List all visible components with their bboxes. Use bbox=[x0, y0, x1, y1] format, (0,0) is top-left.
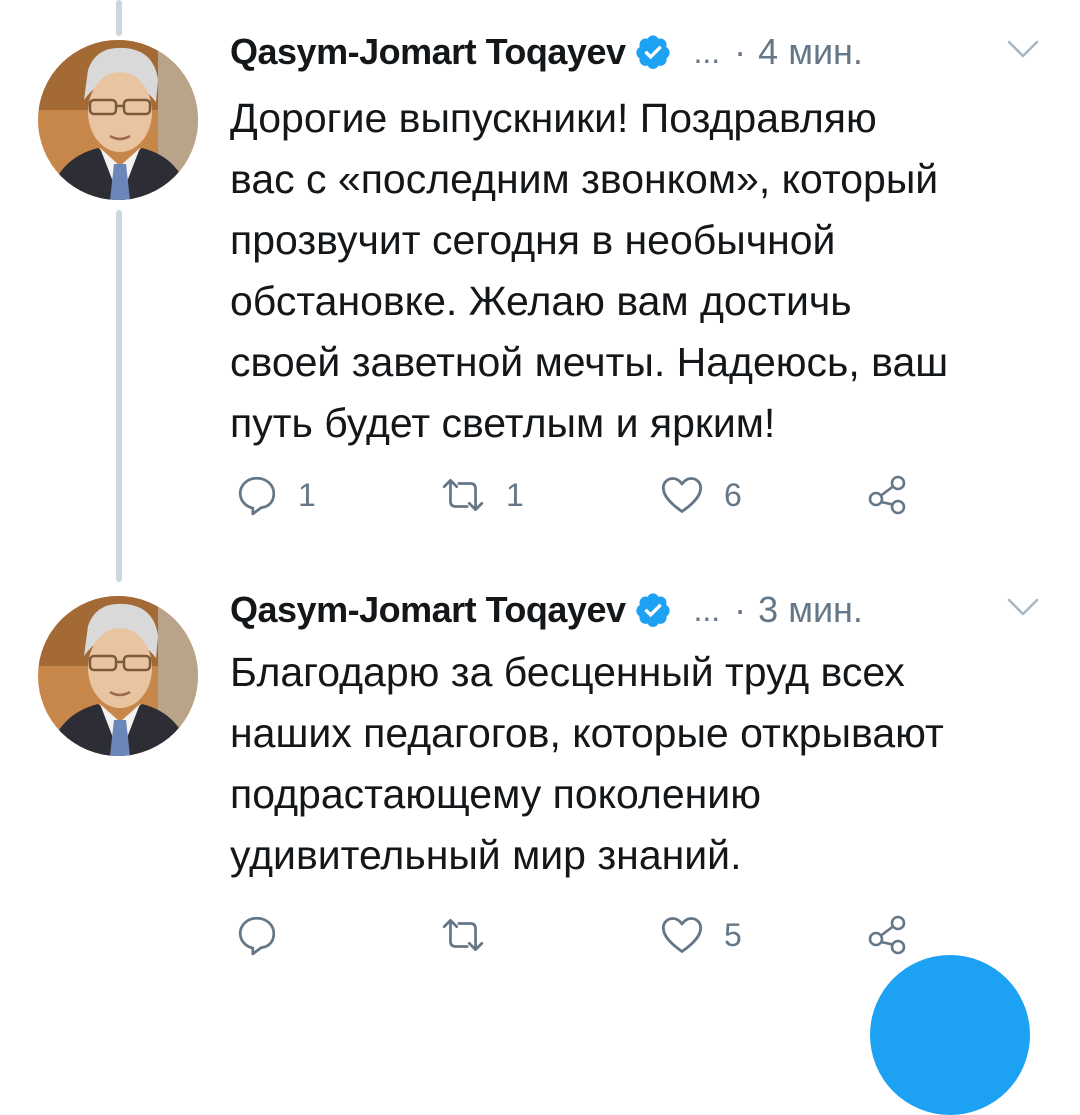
reply-button[interactable] bbox=[236, 910, 298, 960]
share-button[interactable] bbox=[866, 910, 910, 960]
tweet-text: Благодарю за бесценный труд всех наших п… bbox=[230, 642, 1070, 886]
author-name[interactable]: Qasym-Jomart Toqayev bbox=[230, 589, 626, 631]
share-button[interactable] bbox=[866, 470, 910, 520]
retweet-button[interactable]: 1 bbox=[440, 470, 524, 520]
tweet-header: Qasym-Jomart Toqayev ... · 3 мин. bbox=[230, 580, 1050, 640]
like-count: 6 bbox=[724, 476, 742, 513]
separator: · bbox=[734, 31, 747, 72]
timestamp[interactable]: 4 мин. bbox=[758, 31, 863, 73]
like-button[interactable]: 6 bbox=[660, 470, 742, 520]
tweet-text-line: Дорогие выпускники! Поздравляю bbox=[230, 95, 877, 141]
tweet-text-line: своей заветной мечты. Надеюсь, ваш bbox=[230, 339, 949, 385]
compose-tweet-button[interactable] bbox=[870, 955, 1030, 1115]
tweet-text-line: вас с «последним звонком», который bbox=[230, 156, 939, 202]
verified-badge-icon bbox=[634, 591, 672, 629]
action-bar: 5 bbox=[230, 910, 1030, 960]
retweet-icon bbox=[440, 476, 486, 514]
share-icon bbox=[866, 473, 910, 517]
like-button[interactable]: 5 bbox=[660, 910, 742, 960]
tweet-header: Qasym-Jomart Toqayev ... · 4 мин. bbox=[230, 22, 1050, 82]
verified-badge-icon bbox=[634, 33, 672, 71]
reply-count: 1 bbox=[298, 476, 316, 513]
retweet-button[interactable] bbox=[440, 910, 506, 960]
tweet-text-line: наших педагогов, которые открывают bbox=[230, 710, 944, 756]
author-name[interactable]: Qasym-Jomart Toqayev bbox=[230, 31, 626, 73]
tweet-text-line: обстановке. Желаю вам достичь bbox=[230, 278, 852, 324]
action-bar: 1 1 6 bbox=[230, 470, 1030, 520]
like-count: 5 bbox=[724, 916, 742, 953]
chevron-down-icon[interactable] bbox=[1006, 594, 1040, 622]
reply-icon bbox=[236, 914, 278, 956]
tweet-text-line: Благодарю за бесценный труд всех bbox=[230, 649, 905, 695]
tweet[interactable]: Qasym-Jomart Toqayev ... · 4 мин. Дороги… bbox=[0, 0, 1080, 560]
tweet-text: Дорогие выпускники! Поздравляю вас с «по… bbox=[230, 88, 1070, 454]
tweet-text-line: прозвучит сегодня в необычной bbox=[230, 217, 836, 263]
avatar[interactable] bbox=[38, 40, 198, 200]
tweet[interactable]: Qasym-Jomart Toqayev ... · 3 мин. Благод… bbox=[0, 560, 1080, 993]
retweet-count: 1 bbox=[506, 476, 524, 513]
more-indicator: ... bbox=[693, 33, 721, 70]
tweet-text-line: удивительный мир знаний. bbox=[230, 832, 742, 878]
like-icon bbox=[660, 915, 704, 955]
tweet-text-line: подрастающему поколению bbox=[230, 771, 761, 817]
more-indicator: ... bbox=[693, 591, 721, 628]
like-icon bbox=[660, 475, 704, 515]
reply-button[interactable]: 1 bbox=[236, 470, 316, 520]
avatar[interactable] bbox=[38, 596, 198, 756]
timestamp[interactable]: 3 мин. bbox=[758, 589, 863, 631]
chevron-down-icon[interactable] bbox=[1006, 36, 1040, 64]
share-icon bbox=[866, 913, 910, 957]
separator: · bbox=[734, 589, 747, 630]
tweet-text-line: путь будет светлым и ярким! bbox=[230, 400, 776, 446]
reply-icon bbox=[236, 474, 278, 516]
retweet-icon bbox=[440, 916, 486, 954]
